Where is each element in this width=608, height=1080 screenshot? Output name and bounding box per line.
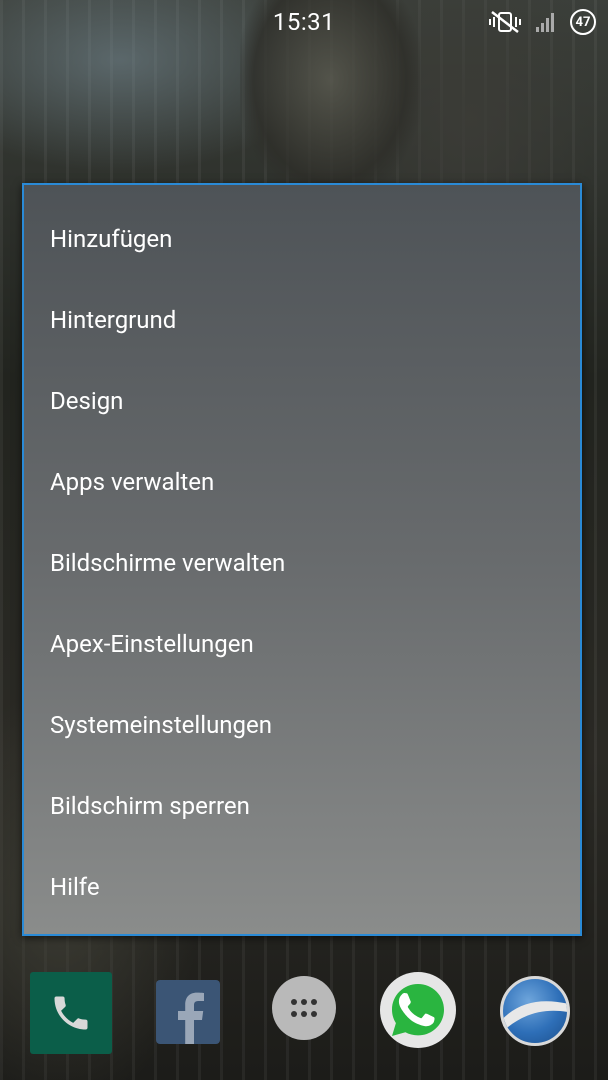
menu-item-bildschirm-sperren[interactable]: Bildschirm sperren — [24, 766, 580, 847]
dock — [0, 962, 608, 1062]
facebook-icon[interactable] — [156, 980, 220, 1044]
battery-icon: 47 — [570, 9, 596, 35]
phone-icon[interactable] — [30, 972, 112, 1054]
battery-level: 47 — [575, 14, 591, 30]
status-icons: 47 — [488, 6, 596, 38]
menu-item-systemeinstellungen[interactable]: Systemeinstellungen — [24, 685, 580, 766]
menu-item-apps-verwalten[interactable]: Apps verwalten — [24, 442, 580, 523]
app-drawer-icon[interactable] — [272, 976, 336, 1040]
menu-item-hintergrund[interactable]: Hintergrund — [24, 280, 580, 361]
vibrate-mute-icon — [489, 11, 521, 33]
google-earth-icon[interactable] — [500, 976, 570, 1046]
menu-item-hinzufuegen[interactable]: Hinzufügen — [24, 199, 580, 280]
menu-item-apex-einstellungen[interactable]: Apex-Einstellungen — [24, 604, 580, 685]
menu-item-design[interactable]: Design — [24, 361, 580, 442]
signal-icon — [536, 13, 554, 32]
status-bar: 15:31 47 — [0, 0, 608, 44]
menu-item-bildschirme-verwalten[interactable]: Bildschirme verwalten — [24, 523, 580, 604]
whatsapp-icon[interactable] — [380, 972, 456, 1048]
launcher-context-menu: Hinzufügen Hintergrund Design Apps verwa… — [22, 183, 582, 936]
menu-item-hilfe[interactable]: Hilfe — [24, 847, 580, 928]
